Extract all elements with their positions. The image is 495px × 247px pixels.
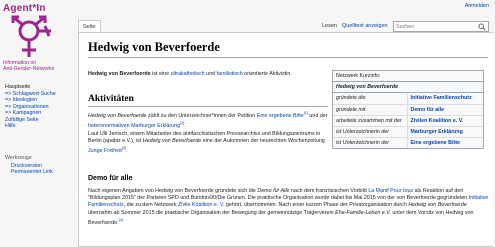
- heading-activities: Aktivitäten: [88, 94, 134, 104]
- demo-text-5: gehört, übernommen. Nach einer kurzen Ph…: [224, 202, 409, 209]
- search-input[interactable]: [396, 23, 474, 31]
- link-la-manif-pour-tous[interactable]: La Manif Pour tous: [368, 188, 413, 194]
- ref-4[interactable]: [4]: [119, 218, 123, 222]
- gender-symbols-icon: [11, 15, 51, 57]
- act2-name: Hedwig von Beverfoerde: [142, 138, 202, 145]
- infobox-row-link[interactable]: Marburger Erklärung: [406, 126, 483, 138]
- infobox-row: gründete die Initiative Familienschutz: [333, 93, 483, 105]
- search-icon[interactable]: [478, 23, 486, 31]
- activities-paragraph-2: Laut Ulli Jentsch, einem Mitarbeiter des…: [88, 131, 334, 155]
- tools-heading: Werkzeuge: [5, 155, 32, 161]
- intro-text-1: ist eine: [150, 71, 171, 77]
- infobox-row-label: arbeitete zusammen mit der: [333, 115, 407, 127]
- heading-demo-fuer-alle: Demo für alle: [88, 175, 133, 182]
- page-title: Hedwig von Beverfoerde: [88, 40, 220, 54]
- link-familistic[interactable]: familistisch: [217, 71, 243, 77]
- activities-paragraph-1: Hedwig von Beverfoerde zählt zu den Unte…: [88, 110, 334, 130]
- infobox-row: ist Unterzeichnerin der Marburger Erklär…: [333, 126, 483, 138]
- link-marburger-erklaerung[interactable]: Marburger Erklärung: [131, 123, 180, 129]
- infobox-row-link[interactable]: Zivilen Koalition e. V.: [406, 115, 483, 127]
- nav-item-help[interactable]: Hilfe: [5, 123, 75, 130]
- sidebar: Agent*In Information on Anti-Gender-Netw…: [0, 0, 76, 247]
- infobox-row: arbeitete zusammen mit der Zivilen Koali…: [333, 115, 483, 127]
- act1-text-2: und der: [307, 112, 328, 119]
- infobox-row-label: ist Unterzeichnerin der: [336, 139, 389, 146]
- intro-name: Hedwig von Beverfoerde: [88, 71, 151, 77]
- link-ultracatholic[interactable]: ultrakatholisch: [171, 71, 205, 77]
- link-heteronormative[interactable]: heteronormativen: [88, 123, 130, 129]
- site-logo[interactable]: Agent*In Information on Anti-Gender-Netw…: [3, 3, 75, 72]
- infobox-row: ist Unterzeichnerin der Eine ergebene Bi…: [333, 137, 483, 148]
- infobox-name: Hedwig von Beverfoerde: [333, 82, 483, 93]
- infobox-row-label: gründete mit: [333, 104, 407, 116]
- infobox-row-label: ist Unterzeichnerin der: [333, 126, 407, 138]
- title-divider: [88, 57, 488, 58]
- infobox-row-label: gründete die: [333, 93, 407, 105]
- demo-italic-1: Demo für Alle: [257, 188, 290, 194]
- network-infobox: Netzwerk Kurzinfo: Hedwig von Beverfoerd…: [332, 70, 484, 149]
- act2-text-2: eine der Autorinnen der neurechten Woche…: [201, 138, 325, 145]
- demo-text-6: übernahm ab Sommer 2015 die praktische O…: [88, 209, 336, 216]
- act1-name: Hedwig von Beverfoerde: [88, 112, 147, 119]
- logo-subtitle: Information on Anti-Gender-Networks: [3, 60, 75, 72]
- infobox-row: gründete mit Demo für alle: [333, 104, 483, 116]
- infobox-row-link[interactable]: Demo für alle: [406, 104, 483, 116]
- demo-text-1: Nach eigenen Angaben von Hedwig von Beve…: [88, 188, 258, 194]
- search-box: [393, 21, 489, 32]
- demo-text-4: , die zu dem Netzwerk: [123, 202, 178, 209]
- infobox-table: gründete die Initiative Familienschutz g…: [333, 93, 483, 148]
- link-eine-ergebene-bitte[interactable]: Eine ergebene Bitte: [257, 113, 304, 119]
- heading-divider: [88, 106, 328, 107]
- link-junge-freiheit[interactable]: Junge Freiheit: [88, 148, 122, 154]
- intro-paragraph: Hedwig von Beverfoerde ist eine ultrakat…: [88, 71, 328, 78]
- main-navigation: Hauptseite => Schlagwort-Suche => Ideolo…: [5, 84, 75, 130]
- demo-italic-3: Ehe-Familie-Leben e.V.: [335, 209, 391, 216]
- tab-view-source[interactable]: Quelltext anzeigen: [342, 23, 388, 29]
- intro-text-2: und: [204, 71, 217, 77]
- infobox-row-link[interactable]: Initiative Familienschutz: [406, 93, 483, 105]
- logo-title: Agent*In: [3, 3, 46, 14]
- demo-italic-2: Hedwig von Beverfoerde: [408, 202, 467, 209]
- tab-read[interactable]: Lesen: [322, 23, 337, 29]
- intro-text-3: orientierte Aktivistin.: [242, 71, 292, 77]
- act1-text-4: .: [184, 122, 186, 129]
- act1-text-1: zählt zu den Unterzeichner*innen der Pet…: [146, 112, 257, 119]
- demo-paragraph: Nach eigenen Angaben von Hedwig von Beve…: [88, 188, 490, 227]
- demo-text-2: nach dem französischen Vorbild: [289, 188, 369, 194]
- infobox-row-link[interactable]: Eine ergebene Bitte: [406, 137, 483, 148]
- logo-subtitle-line2: Anti-Gender-Networks: [3, 66, 55, 72]
- article-content: Hedwig von Beverfoerde Hedwig von Beverf…: [78, 32, 493, 247]
- act2-text-3: .: [126, 148, 128, 155]
- link-zivile-koalition[interactable]: Zivile Koalition e. V.: [178, 202, 224, 208]
- tools-navigation: Werkzeuge Druckversion Permanenter Link: [5, 155, 75, 176]
- login-link[interactable]: Anmelden: [465, 3, 489, 9]
- infobox-title: Netzwerk Kurzinfo:: [333, 71, 483, 82]
- tools-item-permanent-link[interactable]: Permanenter Link: [5, 169, 75, 176]
